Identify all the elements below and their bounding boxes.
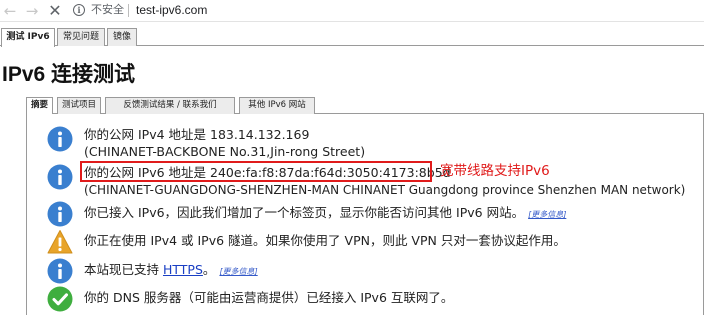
- tab-faq[interactable]: 常见问题: [57, 28, 105, 46]
- tab-mirrors[interactable]: 镜像: [107, 28, 137, 46]
- divider: [128, 4, 129, 17]
- inner-tab-bar: 摘要 测试项目 反馈测试结果 / 联系我们 其他 IPv6 网站: [26, 97, 704, 115]
- ipv4-result-row: 你的公网 IPv4 地址是 183.14.132.169 (CHINANET-B…: [47, 124, 697, 160]
- https-link[interactable]: HTTPS: [163, 262, 203, 277]
- ipv6-highlight-box: [80, 161, 432, 182]
- warning-icon: [47, 230, 73, 254]
- more-info-link[interactable]: [更多信息]: [528, 210, 566, 219]
- annotation-label: 宽带线路支持IPv6: [440, 163, 550, 179]
- ipv4-isp-text: (CHINANET-BACKBONE No.31,Jin-rong Street…: [84, 144, 366, 159]
- browser-address-bar: ← → ✕ i 不安全 test-ipv6.com: [0, 0, 704, 22]
- ipv6-tab-notice-text: 你已接入 IPv6，因此我们增加了一个标签页，显示你能否访问其他 IPv6 网站…: [84, 205, 567, 220]
- security-status[interactable]: 不安全: [91, 3, 124, 17]
- tab-test-ipv6[interactable]: 测试 IPv6: [1, 28, 55, 47]
- tab-test-items[interactable]: 测试项目: [57, 97, 101, 114]
- dns-notice-text: 你的 DNS 服务器（可能由运营商提供）已经接入 IPv6 互联网了。: [84, 290, 454, 305]
- tunnel-warning-row: 你正在使用 IPv4 或 IPv6 隧道。如果你使用了 VPN，则此 VPN 只…: [47, 228, 697, 256]
- tab-summary[interactable]: 摘要: [26, 97, 53, 115]
- more-info-link[interactable]: [更多信息]: [219, 267, 257, 276]
- top-tab-bar: 测试 IPv6 常见问题 镜像: [0, 28, 704, 47]
- checkmark-icon: [47, 286, 73, 312]
- tunnel-warning-text: 你正在使用 IPv4 或 IPv6 隧道。如果你使用了 VPN，则此 VPN 只…: [84, 233, 566, 248]
- https-notice-text: 本站现已支持 HTTPS。 [更多信息]: [84, 262, 258, 277]
- stop-icon[interactable]: ✕: [45, 1, 65, 21]
- dns-notice-row: 你的 DNS 服务器（可能由运营商提供）已经接入 IPv6 互联网了。: [47, 285, 697, 313]
- info-icon: [47, 126, 73, 152]
- forward-arrow-icon[interactable]: →: [22, 1, 42, 21]
- info-icon: [47, 201, 73, 227]
- ipv4-address-text: 你的公网 IPv4 地址是 183.14.132.169: [84, 127, 310, 142]
- info-icon: [47, 164, 73, 190]
- url-field[interactable]: test-ipv6.com: [136, 2, 207, 18]
- ipv6-tab-notice-row: 你已接入 IPv6，因此我们增加了一个标签页，显示你能否访问其他 IPv6 网站…: [47, 200, 697, 228]
- info-icon[interactable]: i: [73, 4, 85, 16]
- tab-feedback[interactable]: 反馈测试结果 / 联系我们: [105, 97, 235, 114]
- page-title: IPv6 连接测试: [2, 63, 136, 86]
- tab-other-ipv6-sites[interactable]: 其他 IPv6 网站: [239, 97, 315, 114]
- ipv6-isp-text: (CHINANET-GUANGDONG-SHENZHEN-MAN CHINANE…: [84, 183, 686, 197]
- info-icon: [47, 258, 73, 284]
- https-notice-row: 本站现已支持 HTTPS。 [更多信息]: [47, 257, 697, 285]
- back-arrow-icon[interactable]: ←: [0, 1, 20, 21]
